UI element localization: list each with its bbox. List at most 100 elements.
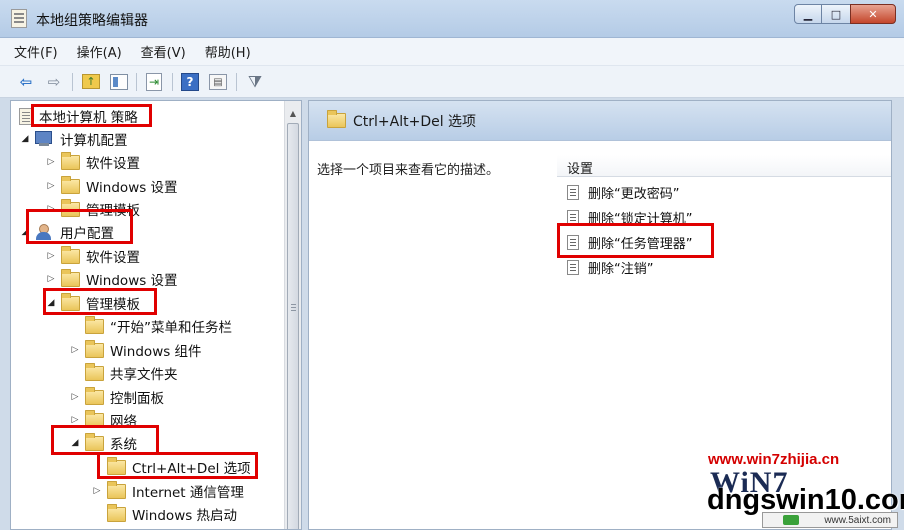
folder-icon — [61, 268, 80, 287]
tree-item-label: 软件设置 — [86, 156, 140, 172]
tree-item-cc-admin[interactable]: ▷ 管理模板 — [45, 198, 140, 220]
details-title: Ctrl+Alt+Del 选项 — [353, 114, 477, 130]
tree-item-windows-components[interactable]: ▷ Windows 组件 — [69, 339, 202, 361]
tree-item-label: 计算机配置 — [60, 133, 128, 149]
tree-item-start-menu[interactable]: “开始”菜单和任务栏 — [69, 315, 232, 337]
forward-icon[interactable]: ⇨ — [44, 72, 64, 92]
tree-item-label: Ctrl+Alt+Del 选项 — [132, 461, 251, 477]
tree-item-label: 共享文件夹 — [110, 367, 178, 383]
filter-icon[interactable]: ⧩ — [245, 72, 265, 92]
expand-arrow-icon[interactable]: ◢ — [45, 298, 57, 308]
tree-item-computer-config[interactable]: ◢ 计算机配置 — [19, 128, 128, 150]
tree-item-cc-windows[interactable]: ▷ Windows 设置 — [45, 175, 178, 197]
folder-icon — [107, 480, 126, 499]
setting-label: 删除“更改密码” — [588, 186, 680, 202]
tree-item-label: Windows 设置 — [86, 180, 178, 196]
expand-arrow-icon[interactable]: ▷ — [69, 415, 81, 425]
help-icon[interactable]: ? — [181, 73, 199, 91]
expand-arrow-icon[interactable]: ▷ — [45, 204, 57, 214]
tree-item-control-panel[interactable]: ▷ 控制面板 — [69, 386, 164, 408]
tree-item-label: 软件设置 — [86, 250, 140, 266]
tree-item-internet-comm[interactable]: ▷ Internet 通信管理 — [91, 480, 244, 502]
folder-icon — [61, 198, 80, 217]
folder-icon — [61, 292, 80, 311]
setting-label: 删除“锁定计算机” — [588, 211, 693, 227]
toolbar: ⇦ ⇨ ↑ ⇥ ? ▤ ⧩ — [0, 66, 904, 98]
policy-setting-icon — [567, 184, 579, 200]
user-icon — [35, 224, 54, 240]
setting-label: 删除“注销” — [588, 261, 654, 277]
expand-arrow-icon[interactable]: ◢ — [19, 134, 31, 144]
tree-item-uc-windows[interactable]: ▷ Windows 设置 — [45, 268, 178, 290]
expand-arrow-icon[interactable]: ▷ — [45, 251, 57, 261]
show-hide-tree-icon[interactable] — [110, 74, 128, 90]
expand-arrow-icon[interactable]: ▷ — [69, 345, 81, 355]
window-title: 本地组策略编辑器 — [36, 13, 148, 29]
title-bar: 本地组策略编辑器 ▁ □ ✕ — [0, 0, 904, 38]
expand-arrow-icon[interactable]: ▷ — [69, 392, 81, 402]
setting-remove-task-manager[interactable]: 删除“任务管理器” — [567, 231, 692, 253]
tree-item-label: 网络 — [110, 414, 137, 430]
export-list-icon[interactable]: ⇥ — [146, 73, 162, 91]
watermark-badge: www.5aixt.com — [762, 512, 898, 528]
tree-item-label: Windows 组件 — [110, 344, 202, 360]
tree-item-root[interactable]: 本地计算机 策略 — [19, 105, 138, 127]
folder-open-icon — [107, 456, 126, 475]
tree-item-shared-folders[interactable]: 共享文件夹 — [69, 362, 178, 384]
expand-arrow-icon[interactable]: ▷ — [45, 157, 57, 167]
setting-label: 删除“任务管理器” — [588, 236, 693, 252]
details-header: Ctrl+Alt+Del 选项 — [309, 101, 891, 141]
maximize-button[interactable]: □ — [822, 4, 850, 24]
expand-arrow-icon[interactable]: ▷ — [45, 181, 57, 191]
folder-icon — [327, 110, 346, 128]
tree-item-label: Windows 热启动 — [132, 508, 238, 524]
toolbar-separator — [172, 73, 173, 91]
expand-arrow-icon[interactable]: ▷ — [45, 274, 57, 284]
tree-item-uc-admin[interactable]: ◢ 管理模板 — [45, 292, 140, 314]
properties-icon[interactable]: ▤ — [209, 74, 227, 90]
tree-item-label: 控制面板 — [110, 391, 164, 407]
folder-icon — [61, 245, 80, 264]
scrollbar-grip-icon — [291, 304, 296, 305]
minimize-button[interactable]: ▁ — [794, 4, 822, 24]
menu-action[interactable]: 操作(A) — [77, 42, 122, 61]
tree-item-uc-software[interactable]: ▷ 软件设置 — [45, 245, 140, 267]
tree-item-system[interactable]: ◢ 系统 — [69, 432, 137, 454]
tree-item-label: Windows 设置 — [86, 273, 178, 289]
folder-icon — [85, 432, 104, 451]
menu-bar: 文件(F) 操作(A) 查看(V) 帮助(H) — [0, 38, 904, 66]
settings-column-header[interactable]: 设置 — [557, 155, 891, 177]
scroll-up-arrow-icon[interactable]: ▲ — [285, 105, 301, 121]
menu-help[interactable]: 帮助(H) — [205, 42, 251, 61]
folder-icon — [61, 151, 80, 170]
policy-setting-icon — [567, 259, 579, 275]
description-text: 选择一个项目来查看它的描述。 — [317, 163, 500, 178]
menu-file[interactable]: 文件(F) — [14, 42, 58, 61]
setting-remove-logoff[interactable]: 删除“注销” — [567, 256, 653, 278]
folder-icon — [85, 315, 104, 334]
back-icon[interactable]: ⇦ — [16, 72, 36, 92]
folder-icon — [61, 175, 80, 194]
scrollbar-thumb[interactable] — [287, 123, 299, 529]
tree-item-ctrl-alt-del[interactable]: Ctrl+Alt+Del 选项 — [91, 456, 251, 478]
settings-header-label: 设置 — [567, 162, 594, 177]
computer-icon — [35, 131, 54, 147]
folder-up-icon[interactable]: ↑ — [82, 74, 100, 89]
close-button[interactable]: ✕ — [850, 4, 896, 24]
folder-icon — [107, 503, 126, 522]
setting-remove-change-password[interactable]: 删除“更改密码” — [567, 181, 679, 203]
tree-item-user-config[interactable]: ◢ 用户配置 — [19, 221, 114, 243]
menu-view[interactable]: 查看(V) — [141, 42, 186, 61]
setting-remove-lock-computer[interactable]: 删除“锁定计算机” — [567, 206, 692, 228]
folder-icon — [85, 339, 104, 358]
expand-arrow-icon[interactable]: ◢ — [19, 227, 31, 237]
toolbar-separator — [236, 73, 237, 91]
tree-item-cc-software[interactable]: ▷ 软件设置 — [45, 151, 140, 173]
tree-item-windows-hotstart[interactable]: Windows 热启动 — [91, 503, 237, 525]
policy-setting-icon — [567, 234, 579, 250]
expand-arrow-icon[interactable]: ◢ — [69, 438, 81, 448]
tree-scrollbar[interactable]: ▲ — [284, 101, 301, 529]
tree-item-network[interactable]: ▷ 网络 — [69, 409, 137, 431]
policy-document-icon — [19, 107, 33, 125]
expand-arrow-icon[interactable]: ▷ — [91, 486, 103, 496]
